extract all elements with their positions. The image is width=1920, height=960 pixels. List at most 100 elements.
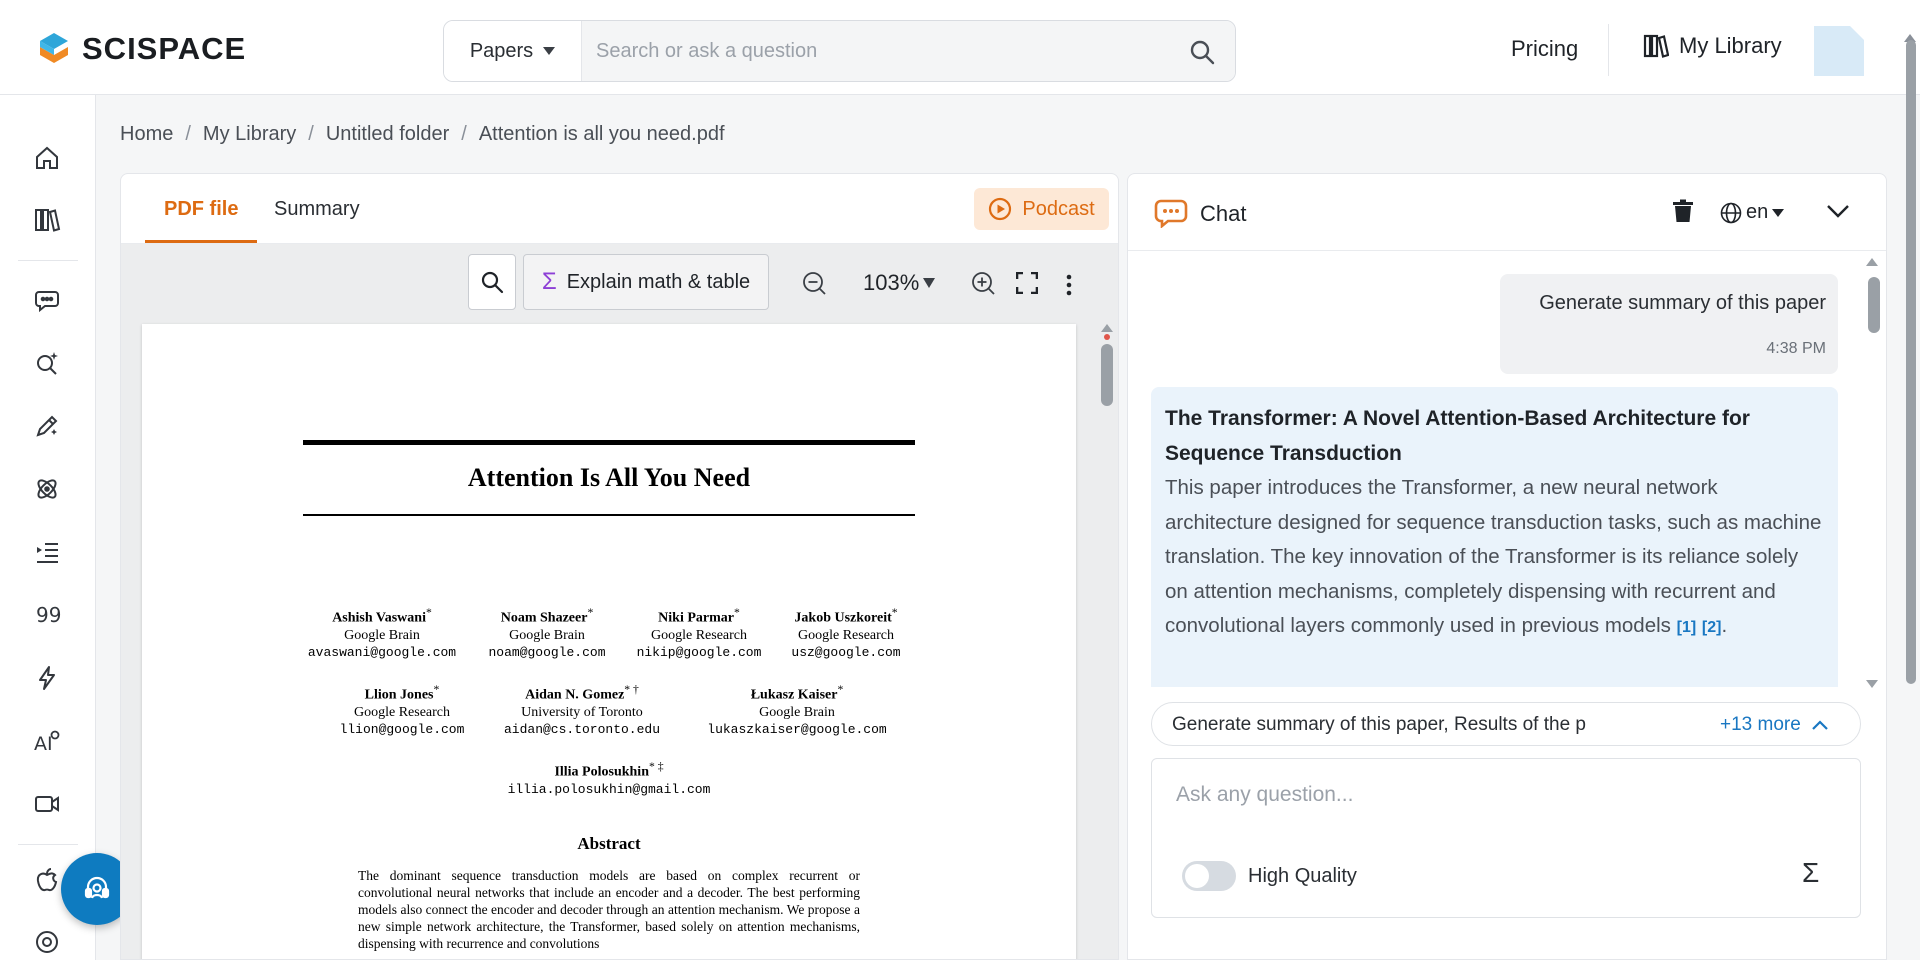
ask-question-input[interactable] — [1176, 775, 1836, 815]
pdf-scroll-marker — [1104, 334, 1110, 340]
library-icon[interactable] — [32, 205, 62, 235]
library-icon — [1643, 34, 1669, 58]
abstract-text: The dominant sequence transduction model… — [358, 868, 860, 951]
lightning-icon[interactable] — [32, 663, 62, 693]
suggestions-more-count: +13 more — [1720, 714, 1801, 735]
caret-down-icon — [1772, 208, 1785, 217]
math-input-sigma-icon[interactable]: Σ — [1802, 857, 1819, 889]
chevron-up-icon — [1812, 719, 1828, 730]
citation-link[interactable]: [2] — [1702, 619, 1722, 636]
breadcrumb-separator: / — [461, 123, 467, 145]
author-name: Llion Jones — [364, 687, 434, 703]
user-message-text: Generate summary of this paper — [1539, 292, 1826, 314]
explain-math-table-button[interactable]: Σ Explain math & table — [523, 254, 769, 310]
scispace-logo-icon — [40, 33, 68, 63]
pdf-search-button[interactable] — [468, 254, 516, 310]
author-mark: * — [433, 683, 440, 696]
chat-scrollbar-thumb[interactable] — [1868, 277, 1880, 333]
apple-icon[interactable] — [32, 865, 62, 895]
author-affiliation: Google Research — [650, 627, 748, 643]
breadcrumb-home[interactable]: Home — [120, 123, 173, 146]
breadcrumb-folder[interactable]: Untitled folder — [326, 123, 449, 146]
chat-input-box: High Quality Σ — [1151, 758, 1861, 918]
active-tab-indicator — [145, 240, 257, 243]
title-rule-bottom — [303, 514, 915, 516]
author-affiliation: Google Research — [797, 627, 895, 643]
pdf-scroll-up-arrow[interactable] — [1101, 324, 1113, 332]
suggested-questions-text: Generate summary of this paper, Results … — [1172, 714, 1586, 735]
video-icon[interactable] — [32, 789, 62, 819]
chat-icon[interactable] — [32, 285, 62, 315]
svg-text:99: 99 — [36, 603, 61, 627]
ai-detect-icon[interactable]: AI — [32, 726, 62, 756]
author-mark: * — [734, 606, 740, 619]
window-scrollbar-thumb[interactable] — [1906, 40, 1916, 684]
search-type-label: Papers — [469, 39, 534, 62]
tab-pdf-file[interactable]: PDF file — [164, 198, 238, 221]
trash-icon[interactable] — [1672, 199, 1694, 223]
citation-link[interactable]: [1] — [1677, 619, 1697, 636]
assistant-body: This paper introduces the Transformer, a… — [1165, 476, 1822, 637]
avatar[interactable] — [1814, 26, 1864, 76]
author-mark: * † — [624, 683, 639, 696]
pdf-scrollbar-thumb[interactable] — [1101, 344, 1113, 406]
suggested-questions[interactable]: Generate summary of this paper, Results … — [1151, 702, 1861, 746]
globe-icon — [1720, 202, 1742, 223]
author-email: llion@google.com — [339, 721, 465, 737]
language-value: en — [1746, 201, 1769, 223]
author-mark: * — [425, 606, 432, 619]
pdf-viewer[interactable]: Attention Is All You Need Ashish Vaswani… — [121, 317, 1118, 959]
author-mark: * — [587, 606, 594, 619]
pricing-link[interactable]: Pricing — [1511, 36, 1578, 62]
home-icon[interactable] — [32, 143, 62, 173]
author-block: Jakob Uszkoreit* Google Research usz@goo… — [778, 604, 914, 661]
search-sparkle-icon[interactable] — [32, 348, 62, 378]
author-block: Łukasz Kaiser* Google Brain lukaszkaiser… — [697, 681, 897, 738]
chat-scroll-down-arrow[interactable] — [1866, 680, 1878, 688]
atom-icon[interactable] — [32, 474, 62, 504]
svg-text:AI: AI — [34, 733, 53, 755]
podcast-button[interactable]: Podcast — [974, 188, 1109, 230]
tab-summary[interactable]: Summary — [274, 198, 360, 221]
sigma-icon: Σ — [541, 268, 557, 295]
sidebar-divider — [18, 844, 78, 845]
breadcrumb-current-file: Attention is all you need.pdf — [478, 123, 725, 145]
paper-title: Attention Is All You Need — [467, 463, 751, 492]
author-affiliation: Google Brain — [344, 627, 420, 643]
pen-icon[interactable] — [32, 411, 62, 441]
author-block: Aidan N. Gomez* † University of Toronto … — [497, 681, 667, 738]
suggestions-more-toggle[interactable]: +13 more — [1720, 714, 1829, 736]
breadcrumb-separator: / — [185, 123, 191, 145]
my-library-label: My Library — [1679, 33, 1782, 58]
author-affiliation: Google Brain — [509, 627, 585, 643]
breadcrumb-my-library[interactable]: My Library — [203, 123, 296, 146]
logo[interactable]: SCISPACE — [36, 29, 246, 69]
caret-down-icon — [543, 47, 556, 55]
zoom-level-dropdown[interactable]: 103% — [863, 270, 936, 296]
search-input[interactable] — [582, 21, 1235, 81]
more-options-icon[interactable] — [1066, 274, 1072, 296]
author-mark: * ‡ — [648, 760, 664, 773]
search-icon[interactable] — [1189, 39, 1215, 65]
play-circle-icon — [989, 197, 1012, 221]
pdf-page: Attention Is All You Need Ashish Vaswani… — [142, 324, 1076, 959]
my-library-link[interactable]: My Library — [1643, 33, 1782, 59]
toggle-knob — [1185, 864, 1209, 888]
pdf-tabs: PDF file Summary Podcast — [121, 174, 1118, 244]
chrome-icon[interactable] — [32, 927, 62, 957]
fullscreen-icon[interactable] — [1016, 272, 1038, 294]
chat-bubble-icon — [1154, 199, 1188, 228]
divider — [1608, 24, 1609, 76]
author-name: Łukasz Kaiser — [750, 687, 838, 703]
chevron-down-icon[interactable] — [1826, 204, 1850, 218]
high-quality-toggle[interactable] — [1182, 861, 1236, 891]
search-type-dropdown[interactable]: Papers — [444, 21, 582, 81]
quote-icon[interactable]: 99 — [32, 600, 62, 630]
outline-icon[interactable] — [32, 537, 62, 567]
chat-scroll-up-arrow[interactable] — [1866, 258, 1878, 266]
caret-down-icon — [923, 278, 936, 288]
author-mark: * — [837, 683, 844, 696]
language-selector[interactable]: en — [1720, 201, 1785, 224]
zoom-out-icon[interactable] — [801, 270, 827, 296]
zoom-in-icon[interactable] — [970, 270, 996, 296]
